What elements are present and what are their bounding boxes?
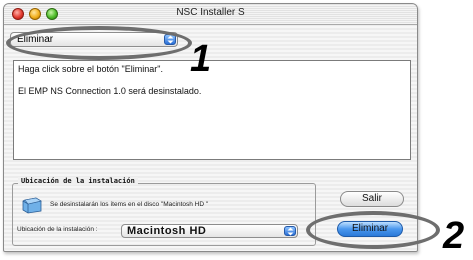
title-bar[interactable]: NSC Installer S [4, 4, 417, 25]
hard-disk-icon [22, 197, 42, 214]
remove-button[interactable]: Eliminar [337, 221, 403, 237]
info-line-2: El EMP NS Connection 1.0 será desinstala… [18, 86, 202, 96]
install-location-group-title: Ubicación de la instalación [18, 177, 138, 185]
up-down-arrows-icon [284, 226, 296, 236]
step-number-1: 1 [190, 38, 212, 80]
action-popup[interactable]: Eliminar [10, 32, 178, 47]
disk-message: Se desinstalarán los ítems en el disco "… [50, 201, 209, 208]
info-line-1: Haga click sobre el botón "Eliminar". [18, 64, 163, 74]
step-number-2: 2 [443, 215, 465, 257]
up-down-arrows-icon [164, 34, 176, 45]
action-popup-label: Eliminar [17, 34, 54, 45]
location-popup-value: Macintosh HD [127, 225, 207, 237]
window-title: NSC Installer S [176, 7, 245, 18]
location-label: Ubicación de la instalación : [17, 226, 98, 233]
quit-button[interactable]: Salir [340, 191, 404, 207]
location-popup[interactable]: Macintosh HD [121, 224, 298, 238]
info-text-area: Haga click sobre el botón "Eliminar". El… [13, 60, 411, 160]
